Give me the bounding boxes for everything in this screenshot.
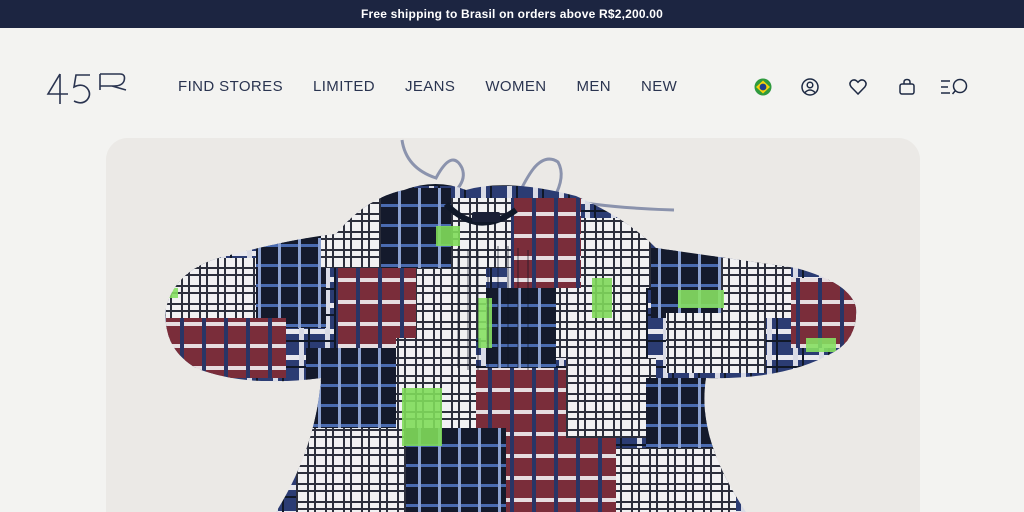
nav-new[interactable]: NEW — [641, 78, 677, 95]
announcement-bar: Free shipping to Brasil on orders above … — [0, 0, 1024, 28]
brazil-flag-icon[interactable] — [752, 76, 774, 98]
hero-image[interactable] — [106, 138, 920, 512]
header-icons — [752, 76, 978, 98]
nav-limited[interactable]: LIMITED — [313, 78, 375, 95]
patchwork-dress-image — [106, 138, 920, 512]
shopping-bag-icon[interactable] — [896, 76, 918, 98]
logo-mark — [46, 73, 127, 104]
nav-women[interactable]: WOMEN — [485, 78, 546, 95]
announcement-text: Free shipping to Brasil on orders above … — [360, 7, 664, 21]
nav-men[interactable]: MEN — [577, 78, 612, 95]
user-icon[interactable] — [799, 76, 821, 98]
site-header: FIND STORES LIMITED JEANS WOMEN MEN NEW — [0, 28, 1024, 138]
heart-icon[interactable] — [847, 76, 869, 98]
menu-search-icon[interactable] — [940, 76, 972, 98]
nav-find-stores[interactable]: FIND STORES — [178, 78, 283, 95]
brand-logo[interactable] — [46, 72, 132, 106]
nav-jeans[interactable]: JEANS — [405, 78, 455, 95]
main-navigation: FIND STORES LIMITED JEANS WOMEN MEN NEW — [178, 78, 677, 95]
